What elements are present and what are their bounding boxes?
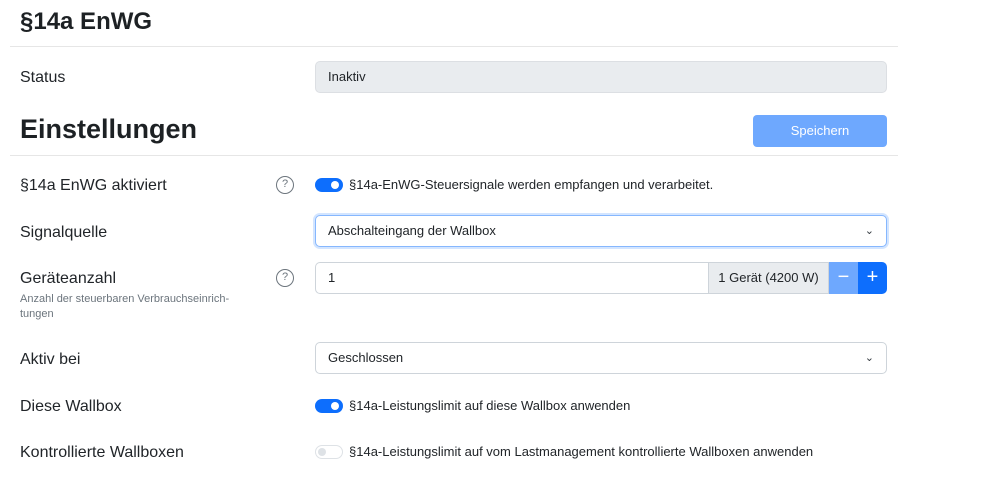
active-when-label: Aktiv bei <box>20 351 81 368</box>
settings-title: Einstellungen <box>20 114 198 144</box>
this-wallbox-label: Diese Wallbox <box>20 398 122 415</box>
active-when-select[interactable]: Geschlossen ⌄ <box>315 342 887 374</box>
signal-source-label: Signalquelle <box>20 224 108 241</box>
device-count-input[interactable]: 1 <box>315 262 708 294</box>
controlled-wallboxes-switch-label: §14a-Leistungslimit auf vom Lastmanageme… <box>349 444 814 459</box>
this-wallbox-switch[interactable] <box>315 399 343 413</box>
controlled-wallboxes-label: Kontrollierte Wallboxen <box>20 444 184 461</box>
device-count-unit: 1 Gerät (4200 W) <box>708 262 829 294</box>
chevron-down-icon: ⌄ <box>864 352 874 364</box>
enabled-switch-label: §14a-EnWG-Steuersignale werden empfangen… <box>349 177 714 192</box>
increment-button[interactable]: + <box>858 262 887 294</box>
switch-knob <box>318 448 326 456</box>
status-label: Status <box>20 69 66 86</box>
page-title: §14a EnWG <box>20 8 153 35</box>
controlled-wallboxes-switch[interactable] <box>315 445 343 459</box>
decrement-button[interactable]: − <box>829 262 858 294</box>
device-count-label: Geräteanzahl <box>20 270 117 287</box>
switch-knob <box>331 181 339 189</box>
signal-source-select[interactable]: Abschalteingang der Wallbox ⌄ <box>315 215 887 247</box>
save-button[interactable]: Speichern <box>753 115 887 147</box>
switch-knob <box>331 402 339 410</box>
chevron-down-icon: ⌄ <box>864 225 874 237</box>
enabled-switch[interactable] <box>315 178 343 192</box>
enabled-label: §14a EnWG aktiviert <box>20 177 167 194</box>
signal-source-value: Abschalteingang der Wallbox <box>328 223 496 238</box>
status-field: Inaktiv <box>315 61 887 93</box>
question-circle-icon[interactable]: ? <box>276 176 294 194</box>
divider <box>10 46 898 47</box>
this-wallbox-switch-label: §14a-Leistungslimit auf diese Wallbox an… <box>349 398 631 413</box>
device-count-description: Anzahl der steuerbaren Verbrauchseinrich… <box>20 293 230 320</box>
question-circle-icon[interactable]: ? <box>276 269 294 287</box>
divider <box>10 155 898 156</box>
active-when-value: Geschlossen <box>328 350 404 365</box>
